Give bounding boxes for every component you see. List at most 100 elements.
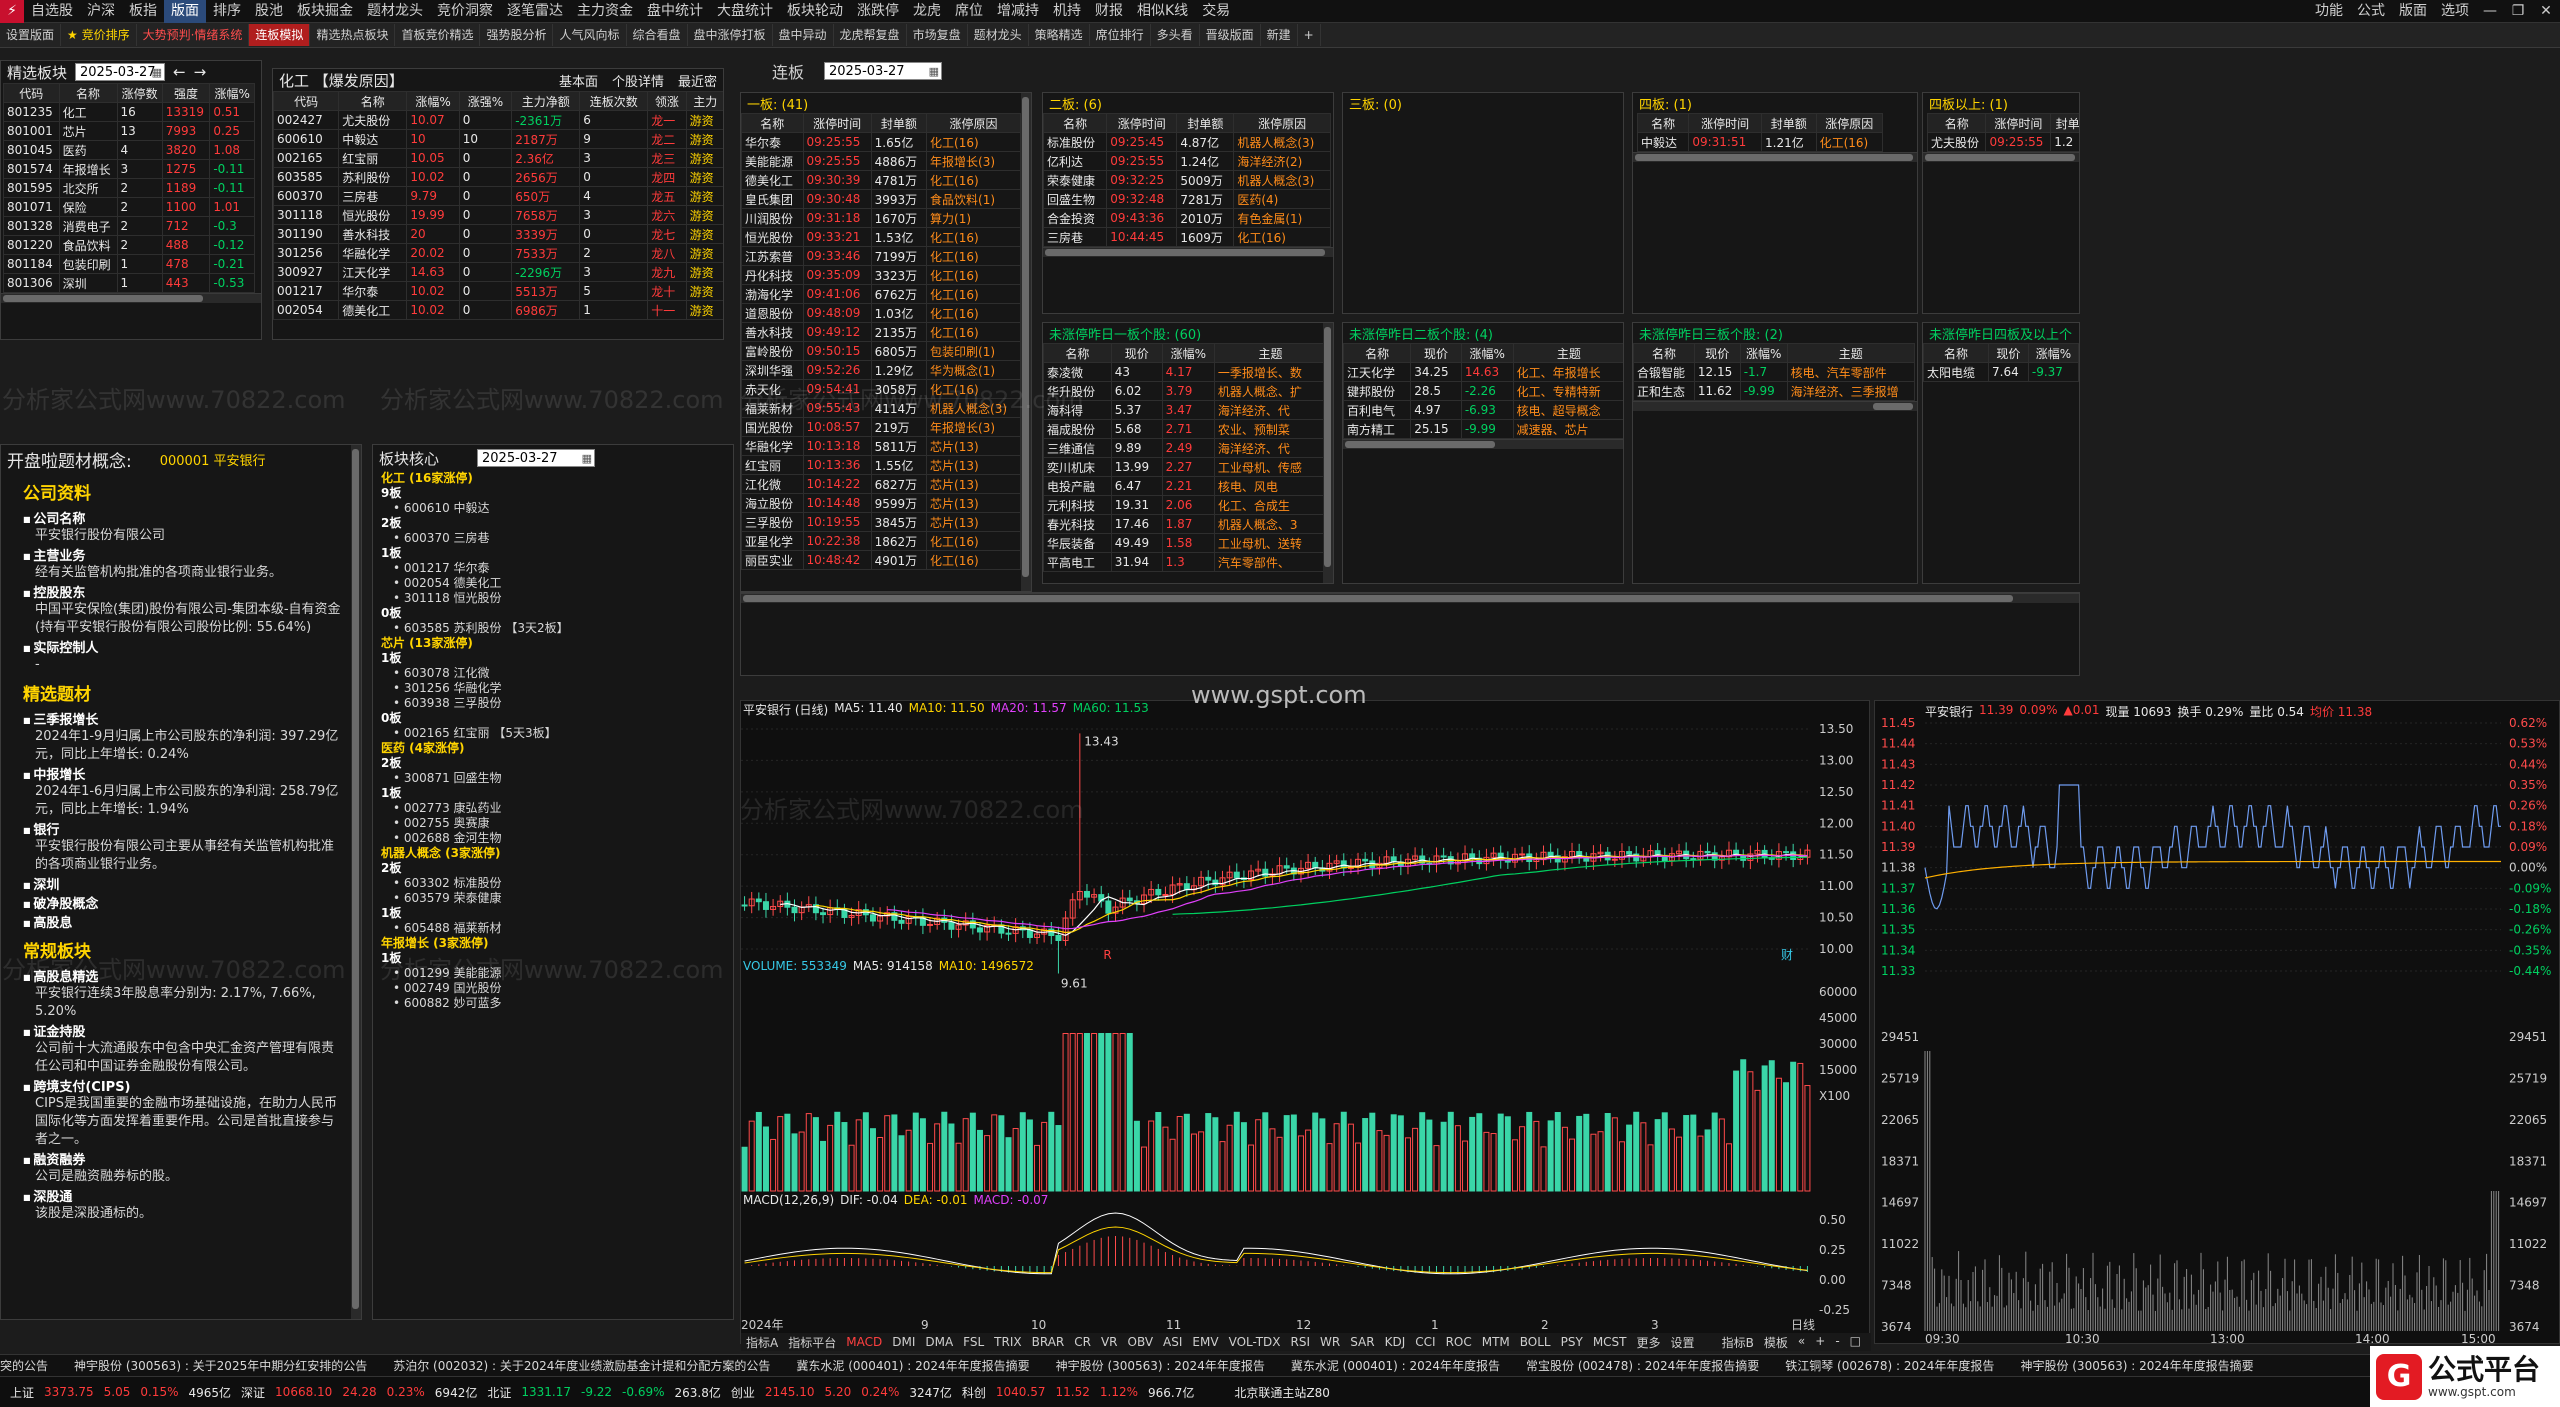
- column-header[interactable]: 涨停时间: [1985, 113, 2052, 133]
- column-header[interactable]: 名称: [58, 83, 118, 103]
- menu-item-1[interactable]: 沪深: [80, 0, 122, 23]
- ticker-item[interactable]: 常宝股份 (002478) : 2024年年度报告摘要: [1526, 1357, 1759, 1374]
- indicator-tab[interactable]: ROC: [1441, 1335, 1477, 1349]
- prev-arrow-icon[interactable]: ←: [173, 63, 186, 81]
- core-stock[interactable]: 002054 德美化工: [393, 576, 733, 591]
- table-row[interactable]: 合锻智能 12.15 -1.7 核电、汽车零部件: [1633, 362, 1916, 382]
- menu-right-item-2[interactable]: 版面: [2392, 0, 2434, 23]
- unl2-hscroll[interactable]: [1343, 439, 1623, 449]
- table-row[interactable]: 福成股份 5.68 2.71 农业、预制菜: [1043, 419, 1328, 439]
- indicator-tab[interactable]: TRIX: [989, 1335, 1026, 1349]
- indicator-tab[interactable]: RSI: [1286, 1335, 1316, 1349]
- table-row[interactable]: 002054 德美化工 10.02 0 6986万 1 十一 游资: [273, 300, 723, 320]
- menu-item-5[interactable]: 股池: [248, 0, 290, 23]
- table-row[interactable]: 801328 消费电子 2 712 -0.3: [3, 216, 255, 236]
- indicator-tab[interactable]: FSL: [958, 1335, 989, 1349]
- sector-date-picker[interactable]: 2025-03-27: [75, 63, 166, 82]
- column-header[interactable]: 封单额: [1761, 113, 1817, 133]
- indicator-tab[interactable]: DMI: [887, 1335, 920, 1349]
- table-row[interactable]: 801235 化工 16 13319 0.51: [3, 102, 255, 122]
- core-stock[interactable]: 301118 恒光股份: [393, 591, 733, 606]
- table-row[interactable]: 301190 善水科技 20 0 3339万 0 龙七 游资: [273, 224, 723, 244]
- core-category[interactable]: 医药 (4家涨停): [381, 741, 733, 756]
- column-header[interactable]: 领涨: [647, 91, 687, 111]
- menu-item-14[interactable]: 涨跌停: [850, 0, 906, 23]
- core-category[interactable]: 化工 (16家涨停): [381, 471, 733, 486]
- table-row[interactable]: 301256 华融化学 20.02 0 7533万 2 龙八 游资: [273, 243, 723, 263]
- table-row[interactable]: 平高电工 31.94 1.3 汽车零部件、: [1043, 552, 1328, 572]
- core-stock[interactable]: 002165 红宝丽 【5天3板】: [393, 726, 733, 741]
- close-icon[interactable]: ✕: [2532, 3, 2560, 19]
- indicator-tab[interactable]: DMA: [920, 1335, 958, 1349]
- indicator-tab[interactable]: 指标A: [741, 1334, 783, 1351]
- index-name[interactable]: 科创: [962, 1384, 986, 1401]
- menu-item-12[interactable]: 大盘统计: [710, 0, 780, 23]
- indicator-tab[interactable]: VR: [1096, 1335, 1123, 1349]
- core-stock[interactable]: 600370 三房巷: [393, 531, 733, 546]
- table-row[interactable]: 电投产融 6.47 2.21 核电、风电: [1043, 476, 1328, 496]
- menu-item-15[interactable]: 龙虎: [906, 0, 948, 23]
- menu-item-16[interactable]: 席位: [948, 0, 990, 23]
- toolbar-item-15[interactable]: 席位排行: [1090, 24, 1151, 46]
- toolbar-item-3[interactable]: 连板模拟: [249, 24, 311, 46]
- column-header[interactable]: 现价: [1693, 343, 1741, 363]
- board1-vscroll[interactable]: [1021, 93, 1031, 591]
- toolbar-item-16[interactable]: 多头看: [1151, 24, 1200, 46]
- indicator-right-tab[interactable]: 指标B: [1717, 1334, 1759, 1351]
- board4-hscroll[interactable]: [1633, 152, 1917, 162]
- toolbar-item-12[interactable]: 市场复盘: [907, 24, 968, 46]
- table-row[interactable]: 皇氏集团 09:30:48 3993万 食品饮料(1): [741, 189, 1021, 209]
- table-row[interactable]: 恒光股份 09:33:21 1.53亿 化工(16): [741, 227, 1021, 247]
- menu-right-item-1[interactable]: 公式: [2350, 0, 2392, 23]
- core-category[interactable]: 芯片 (13家涨停): [381, 636, 733, 651]
- menu-item-3[interactable]: 版面: [164, 0, 206, 23]
- indicator-tab[interactable]: MCST: [1588, 1335, 1632, 1349]
- unl3-hscroll[interactable]: [1633, 401, 1917, 411]
- core-stock[interactable]: 002688 金河生物: [393, 831, 733, 846]
- table-row[interactable]: 三孚股份 10:19:55 3845万 芯片(13): [741, 512, 1021, 532]
- column-header[interactable]: 名称: [1343, 343, 1412, 363]
- timeshare-svg[interactable]: 11.45 0.62% 11.44 0.53% 11.43 0.44% 11.42 0.35%…: [1875, 701, 2560, 1345]
- core-stock[interactable]: 600610 中毅达: [393, 501, 733, 516]
- core-stock[interactable]: 002755 奥赛康: [393, 816, 733, 831]
- indicator-right-tab[interactable]: □: [1845, 1334, 1866, 1351]
- column-header[interactable]: 名称: [1636, 113, 1690, 133]
- table-row[interactable]: 华升股份 6.02 3.79 机器人概念、扩: [1043, 381, 1328, 401]
- table-row[interactable]: 801045 医药 4 3820 1.08: [3, 140, 255, 160]
- menu-item-20[interactable]: 相似K线: [1130, 0, 1195, 23]
- indicator-tab[interactable]: CR: [1069, 1335, 1096, 1349]
- menu-item-8[interactable]: 竞价洞察: [430, 0, 500, 23]
- column-header[interactable]: 名称: [1633, 343, 1695, 363]
- table-row[interactable]: 荣泰健康 09:32:25 5009万 机器人概念(3): [1043, 170, 1331, 190]
- indicator-tab[interactable]: EMV: [1187, 1335, 1223, 1349]
- menu-item-9[interactable]: 逐笔雷达: [500, 0, 570, 23]
- menu-item-6[interactable]: 板块掘金: [290, 0, 360, 23]
- minimize-icon[interactable]: —: [2476, 3, 2504, 19]
- ticker-item[interactable]: 突的公告: [0, 1357, 48, 1374]
- core-stock[interactable]: 002773 康弘药业: [393, 801, 733, 816]
- table-row[interactable]: 善水科技 09:49:12 2135万 化工(16): [741, 322, 1021, 342]
- column-header[interactable]: 涨停原因: [1815, 113, 1884, 133]
- core-date-picker[interactable]: 2025-03-27: [477, 449, 596, 468]
- table-row[interactable]: 亚星化学 10:22:38 1862万 化工(16): [741, 531, 1021, 551]
- toolbar-item-5[interactable]: 首板竞价精选: [395, 24, 481, 46]
- toolbar-item-7[interactable]: 人气风向标: [553, 24, 627, 46]
- table-row[interactable]: 深圳华强 09:52:26 1.29亿 华为概念(1): [741, 360, 1021, 380]
- core-stock[interactable]: 301256 华融化学: [393, 681, 733, 696]
- tab-stock-detail[interactable]: 个股详情: [612, 71, 664, 90]
- menu-item-19[interactable]: 财报: [1088, 0, 1130, 23]
- profile-vscroll[interactable]: [351, 445, 361, 1319]
- table-row[interactable]: 002427 尤夫股份 10.07 0 -2361万 6 龙一 游资: [273, 110, 723, 130]
- column-header[interactable]: 名称: [338, 91, 408, 111]
- indicator-tab[interactable]: PSY: [1556, 1335, 1588, 1349]
- indicator-right-tab[interactable]: +: [1810, 1334, 1830, 1351]
- column-header[interactable]: 涨幅%: [209, 83, 255, 103]
- indicator-tab[interactable]: WR: [1315, 1335, 1345, 1349]
- column-header[interactable]: 涨停时间: [1106, 113, 1178, 133]
- next-arrow-icon[interactable]: →: [194, 63, 207, 81]
- indicator-tab[interactable]: ASI: [1158, 1335, 1187, 1349]
- ticker-item[interactable]: 神宇股份 (300563) : 2024年年度报告: [1056, 1357, 1265, 1374]
- toolbar-item-14[interactable]: 策略精选: [1029, 24, 1090, 46]
- core-stock[interactable]: 603579 荣泰健康: [393, 891, 733, 906]
- table-row[interactable]: 三房巷 10:44:45 1609万 化工(16): [1043, 227, 1331, 247]
